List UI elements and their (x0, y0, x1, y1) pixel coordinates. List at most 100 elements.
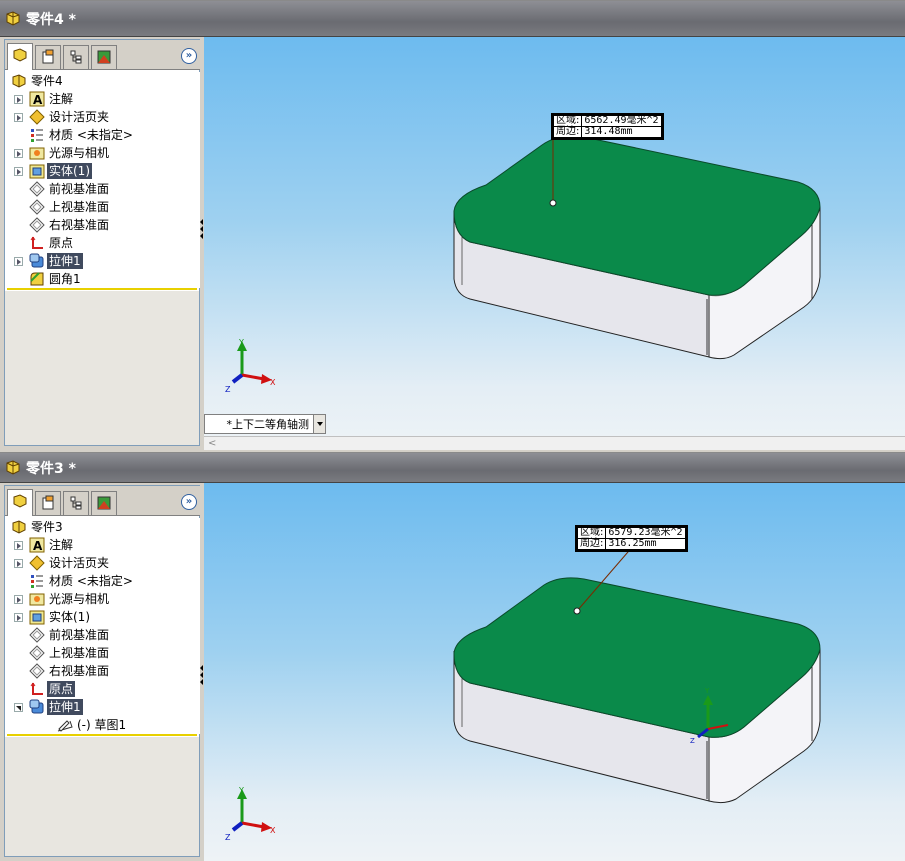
tree-item-8[interactable]: 原点 (5, 680, 201, 698)
tree-expander-icon[interactable] (14, 559, 23, 568)
svg-text:Z: Z (690, 737, 695, 745)
tree-item-label: 前视基准面 (49, 628, 110, 642)
tree-item-3[interactable]: 光源与相机 (5, 144, 201, 162)
plane-icon (29, 199, 45, 215)
tree-item-label: 前视基准面 (49, 182, 110, 196)
tree-item-label: 材质 <未指定> (49, 574, 133, 588)
tree-root-part[interactable]: 零件4 (5, 72, 201, 90)
svg-text:A: A (33, 539, 43, 553)
display-manager-icon (97, 496, 111, 510)
tree-expander-icon[interactable] (14, 149, 23, 158)
feature-tree: 零件3 A 注解设计活页夹材质 <未指定> 光源与相机实体(1) 前视基准面上视基准面右… (5, 518, 201, 734)
expand-tabs-button[interactable]: » (181, 494, 197, 510)
horizontal-scrollbar[interactable]: < (204, 436, 905, 450)
tree-item-4[interactable]: 实体(1) (5, 608, 201, 626)
tree-item-label: 注解 (49, 538, 74, 552)
tree-item-label: 上视基准面 (49, 200, 110, 214)
fillet-icon (29, 271, 45, 287)
tree-item-6[interactable]: 上视基准面 (5, 198, 201, 216)
tab-configuration-manager[interactable] (63, 45, 89, 69)
tree-root-part[interactable]: 零件3 (5, 518, 201, 536)
tree-expander-icon[interactable] (14, 703, 23, 712)
tree-item-1[interactable]: 设计活页夹 (5, 108, 201, 126)
tree-item-10[interactable]: 圆角1 (5, 270, 201, 288)
tab-property-manager[interactable] (35, 45, 61, 69)
tree-item-6[interactable]: 上视基准面 (5, 644, 201, 662)
tree-item-7[interactable]: 右视基准面 (5, 662, 201, 680)
tree-expander-icon[interactable] (14, 257, 23, 266)
tree-item-0[interactable]: A 注解 (5, 90, 201, 108)
svg-text:A: A (33, 93, 43, 107)
tab-configuration-manager[interactable] (63, 491, 89, 515)
tree-item-3[interactable]: 光源与相机 (5, 590, 201, 608)
lights-cameras-icon (29, 145, 45, 161)
tree-expander-icon[interactable] (14, 95, 23, 104)
tab-display-manager[interactable] (91, 45, 117, 69)
feature-manager-panel: » 零件3 A 注解设计活页夹材质 <未指定> 光源与相机实体(1) 前视基准面上视基准… (4, 485, 201, 857)
tab-property-manager[interactable] (35, 491, 61, 515)
tree-expander-icon[interactable] (14, 613, 23, 622)
plane-icon (29, 645, 45, 661)
tree-item-9[interactable]: 拉伸1 (5, 698, 201, 716)
extrude-icon (29, 699, 45, 715)
tree-item-5[interactable]: 前视基准面 (5, 626, 201, 644)
rollback-bar[interactable] (7, 288, 197, 290)
tree-expander-icon[interactable] (14, 113, 23, 122)
plane-icon (29, 181, 45, 197)
dropdown-arrow-icon[interactable] (313, 415, 325, 433)
tree-expander-icon[interactable] (14, 541, 23, 550)
scroll-left-icon[interactable]: < (208, 438, 220, 450)
tab-feature-manager[interactable] (7, 489, 33, 516)
triad-y-label: Y (238, 338, 244, 347)
tab-display-manager[interactable] (91, 491, 117, 515)
view-orientation-dropdown[interactable]: *上下二等角轴测 (204, 414, 326, 434)
area-label: 区域: (552, 115, 583, 127)
tree-item-label: 上视基准面 (49, 646, 110, 660)
perimeter-label: 周边: (552, 126, 583, 138)
tree-item-4[interactable]: 实体(1) (5, 162, 201, 180)
rollback-bar[interactable] (7, 734, 197, 736)
graphics-area[interactable]: 区域: 6562.49毫米^2 周边: 314.48mm Y X Z *上下二等角轴… (204, 37, 905, 450)
tree-root-label: 零件4 (31, 74, 63, 88)
reference-triad: Y X Z (225, 338, 276, 394)
view-orientation-value: *上下二等角轴测 (226, 418, 310, 431)
area-value: 6579.23毫米^2 (605, 527, 686, 539)
triad-z-label: Z (225, 833, 231, 842)
graphics-area[interactable]: Y Z 区域: 6579.23毫米^2 周边: 316.25mm Y X Z (204, 483, 905, 861)
plane-icon (29, 663, 45, 679)
tree-item-10[interactable]: (-) 草图1 (5, 716, 201, 734)
tree-expander-icon[interactable] (14, 167, 23, 176)
tree-item-label: 实体(1) (49, 610, 90, 624)
tree-item-label: 拉伸1 (47, 699, 83, 715)
part3-title-bar[interactable]: 零件3 * (0, 453, 905, 483)
tree-expander-icon[interactable] (14, 595, 23, 604)
part-icon (6, 10, 20, 26)
feature-tree-icon (13, 48, 27, 62)
tree-item-5[interactable]: 前视基准面 (5, 180, 201, 198)
feature-manager-panel: » 零件4 A 注解 设计活页夹 材质 <未指定> 光源与相机 实体(1) 前视基准面上视基准… (4, 39, 201, 446)
annotation-icon: A (29, 91, 45, 107)
tree-item-2[interactable]: 材质 <未指定> (5, 126, 201, 144)
origin-icon (29, 681, 45, 697)
tree-item-9[interactable]: 拉伸1 (5, 252, 201, 270)
solid-bodies-icon (29, 609, 45, 625)
window-title: 零件4 * (26, 11, 76, 28)
tree-item-label: 原点 (49, 236, 74, 250)
part4-title-bar[interactable]: 零件4 * (0, 1, 905, 37)
tree-item-1[interactable]: 设计活页夹 (5, 554, 201, 572)
part-model[interactable] (204, 37, 905, 450)
tree-item-label: 实体(1) (47, 163, 92, 179)
tab-feature-manager[interactable] (7, 43, 33, 70)
tree-item-0[interactable]: A 注解 (5, 536, 201, 554)
expand-tabs-button[interactable]: » (181, 48, 197, 64)
tree-item-label: 光源与相机 (49, 592, 110, 606)
part-root-icon (11, 519, 27, 535)
manager-tabs: » (5, 486, 201, 516)
display-manager-icon (97, 50, 111, 64)
tree-item-7[interactable]: 右视基准面 (5, 216, 201, 234)
feature-tree-icon (13, 494, 27, 508)
tree-item-8[interactable]: 原点 (5, 234, 201, 252)
part-model[interactable]: Y Z (204, 483, 905, 861)
tree-item-2[interactable]: 材质 <未指定> (5, 572, 201, 590)
area-value: 6562.49毫米^2 (581, 115, 662, 127)
